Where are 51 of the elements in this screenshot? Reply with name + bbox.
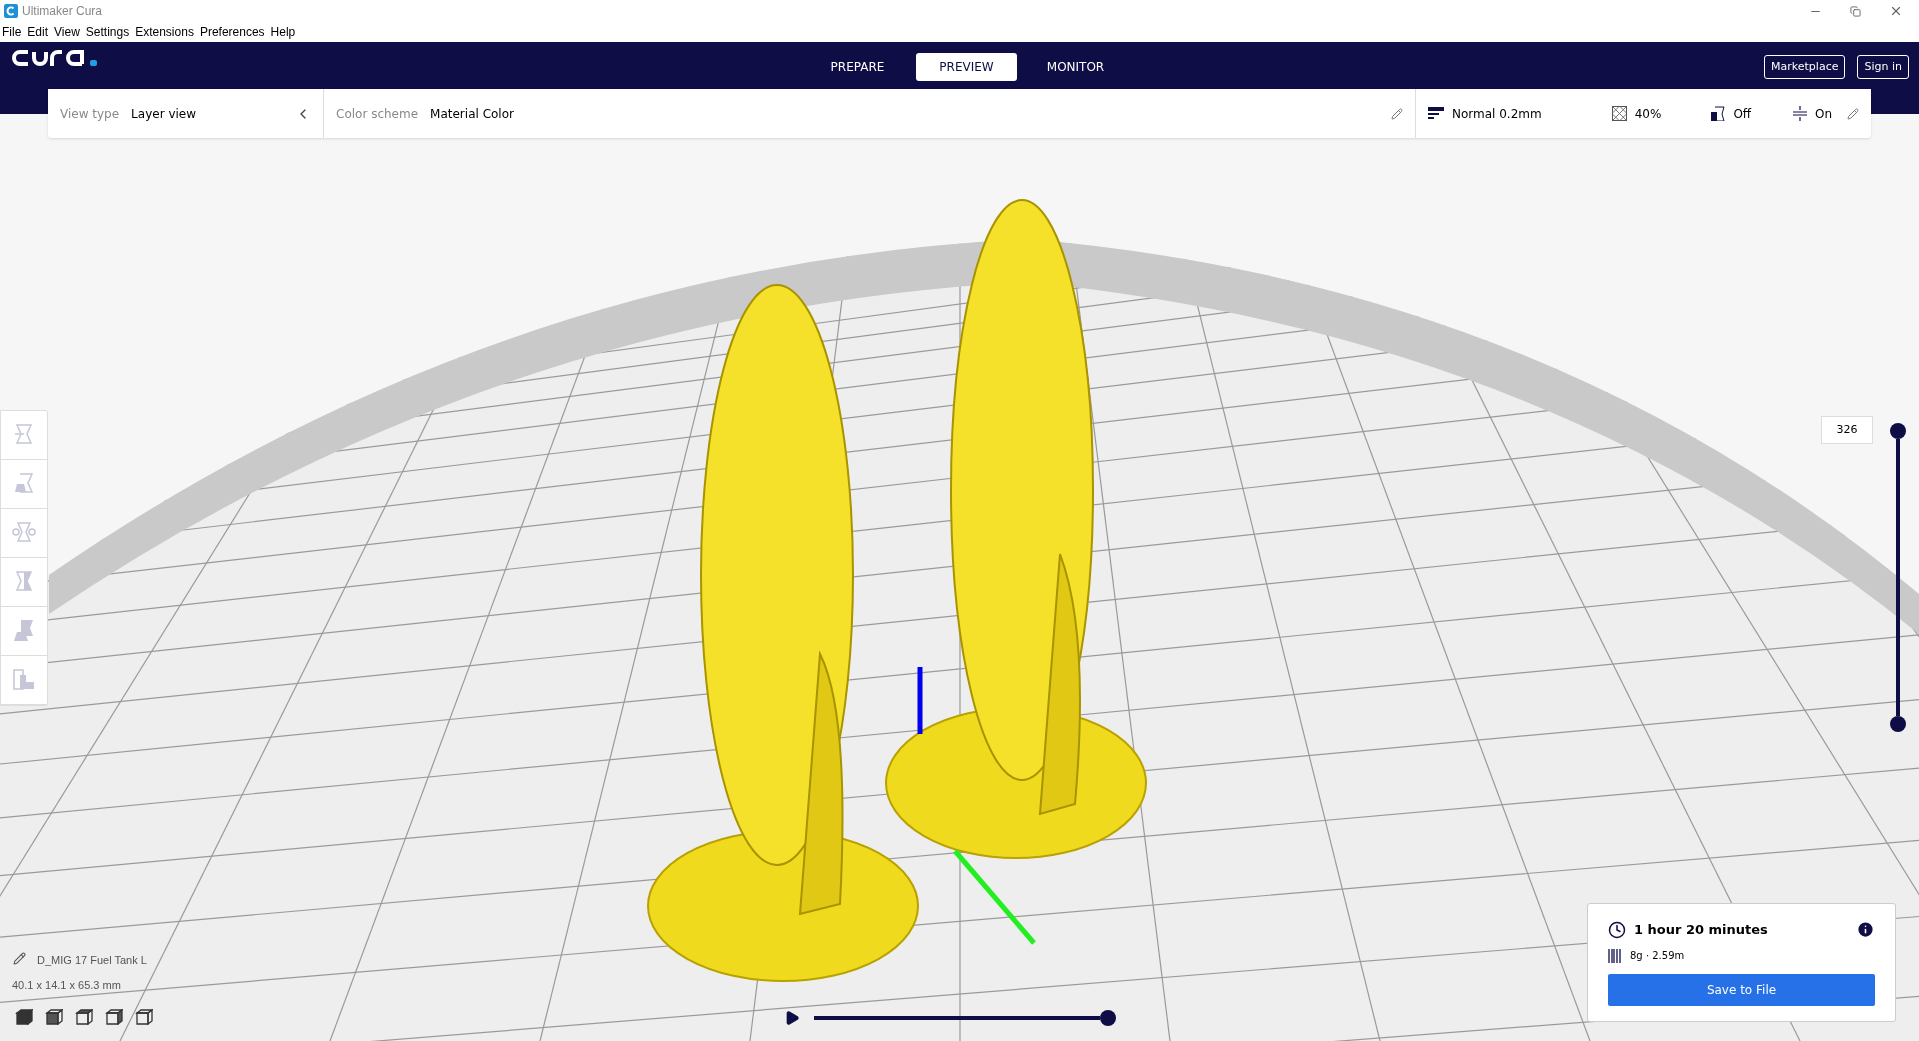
infill-icon	[1611, 106, 1627, 121]
adhesion-value[interactable]: On	[1815, 104, 1833, 123]
infill-value[interactable]: 40%	[1634, 104, 1662, 123]
header-button[interactable]: Marketplace	[1764, 55, 1846, 79]
slider-handle[interactable]	[1890, 423, 1906, 439]
filament-icon	[1608, 947, 1622, 964]
adhesion-icon	[1793, 106, 1808, 121]
camera-view-icon[interactable]	[75, 1008, 93, 1026]
axis-line	[917, 667, 923, 734]
simulation-track[interactable]	[814, 1016, 1100, 1020]
tool-icon	[11, 667, 37, 693]
stage-tab[interactable]: MONITOR	[1025, 53, 1126, 81]
info-icon[interactable]	[1856, 920, 1875, 940]
layer-height-icon	[1428, 106, 1444, 121]
menu-item[interactable]: Help	[270, 23, 296, 41]
menu-item[interactable]: Extensions	[135, 23, 194, 41]
menu-item[interactable]: View	[54, 23, 80, 41]
layer-slider-track[interactable]	[1896, 439, 1900, 716]
app-logo-icon	[4, 4, 18, 18]
object-name: D_MIG 17 Fuel Tank L	[37, 953, 147, 968]
menu-item[interactable]: Preferences	[199, 23, 265, 41]
play-icon[interactable]	[784, 1010, 800, 1026]
view-type-value[interactable]: Layer view	[131, 104, 196, 123]
camera-view-icon[interactable]	[15, 1008, 33, 1026]
support-value[interactable]: Off	[1733, 104, 1752, 123]
header-button[interactable]: Sign in	[1857, 55, 1909, 79]
layer-number-field[interactable]: 326	[1821, 416, 1873, 444]
stage-tab[interactable]: PREVIEW	[916, 53, 1017, 81]
print-time: 1 hour 20 minutes	[1634, 921, 1768, 939]
profile-value[interactable]: Normal 0.2mm	[1452, 104, 1542, 123]
camera-view-icon[interactable]	[135, 1008, 153, 1026]
view-type-label: View type	[60, 105, 120, 123]
support-icon	[1711, 106, 1726, 121]
object-dimensions: 40.1 x 14.1 x 65.3 mm	[12, 978, 121, 993]
stage-tab[interactable]: PREPARE	[807, 53, 908, 81]
edit-icon[interactable]	[13, 952, 26, 965]
clock-icon	[1608, 920, 1626, 939]
color-scheme-value[interactable]: Material Color	[430, 104, 514, 123]
window-title: Ultimaker Cura	[22, 3, 102, 20]
save-button[interactable]: Save to File	[1608, 973, 1875, 1006]
camera-view-icon[interactable]	[105, 1008, 123, 1026]
material-usage: 8g · 2.59m	[1630, 949, 1685, 963]
close-icon[interactable]	[1889, 4, 1903, 18]
camera-view-icon[interactable]	[45, 1008, 63, 1026]
edit-icon[interactable]	[1391, 107, 1403, 120]
restore-icon[interactable]	[1850, 5, 1861, 17]
edit-icon[interactable]	[1847, 107, 1859, 120]
menu-item[interactable]: Settings	[85, 23, 130, 41]
menu-item[interactable]: File	[2, 23, 22, 41]
color-scheme-label: Color scheme	[336, 105, 419, 123]
menu-item[interactable]: Edit	[27, 23, 49, 41]
